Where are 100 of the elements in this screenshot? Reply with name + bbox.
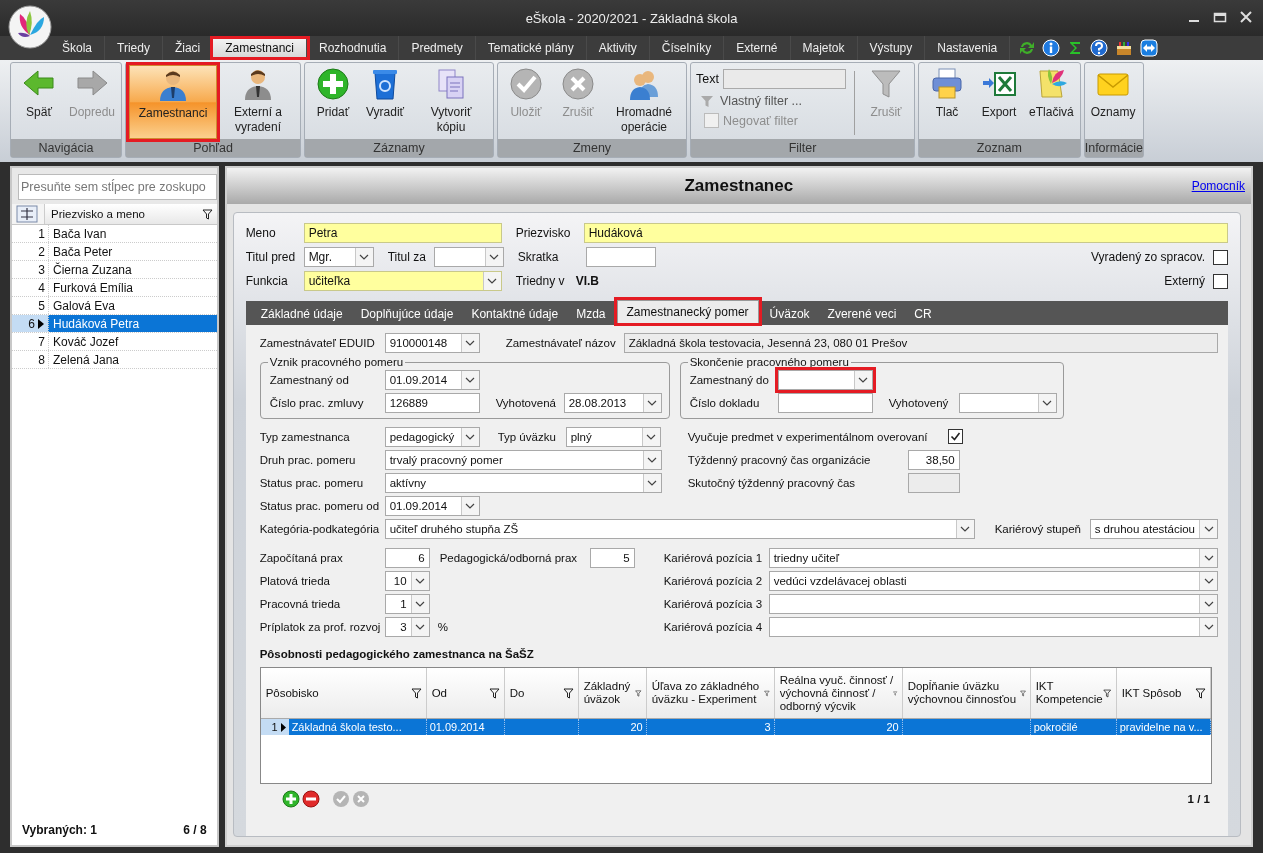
dropdown-button[interactable] xyxy=(460,333,479,352)
dropdown-button[interactable] xyxy=(955,519,974,538)
ribbon-button[interactable]: Späť xyxy=(14,65,64,139)
refresh-icon[interactable] xyxy=(1018,39,1037,57)
tab[interactable]: Úväzok xyxy=(760,303,819,325)
ribbon-button[interactable]: Vytvoriť kópiu xyxy=(412,65,491,139)
dropdown-field[interactable]: 910000148 xyxy=(384,332,480,353)
dropdown-field[interactable]: triedny učiteľ xyxy=(768,547,1218,568)
dropdown-button[interactable] xyxy=(460,370,479,389)
column-header[interactable]: Pôsobisko xyxy=(260,668,427,718)
dropdown-field[interactable]: 10 xyxy=(384,570,430,591)
dropdown-button[interactable] xyxy=(460,496,479,515)
dropdown-field[interactable]: aktívny xyxy=(384,472,662,493)
menu-tab[interactable]: Zamestnanci xyxy=(213,39,307,57)
filter-icon[interactable] xyxy=(562,687,574,699)
list-item[interactable]: Bača Peter xyxy=(48,243,217,260)
column-header[interactable]: Dopĺňanie úväzku výchovnou činnosťou xyxy=(902,668,1031,718)
filter-icon[interactable] xyxy=(1195,687,1206,699)
ribbon-button[interactable]: Pridať xyxy=(308,65,359,139)
dropdown-button[interactable] xyxy=(642,473,661,492)
list-item[interactable]: Galová Eva xyxy=(48,297,217,314)
list-item[interactable]: Čierna Zuzana xyxy=(48,261,217,278)
list-item[interactable]: Kováč Jozef xyxy=(48,333,217,350)
dropdown-field[interactable]: učiteľ druhého stupňa ZŠ xyxy=(384,518,975,539)
input-field[interactable]: 6 xyxy=(384,547,430,568)
input-field[interactable] xyxy=(722,69,847,89)
column-header[interactable]: Základný úväzok xyxy=(578,668,647,718)
list-item[interactable]: Furková Emília xyxy=(48,279,217,296)
dropdown-field[interactable] xyxy=(768,593,1218,614)
checkbox[interactable] xyxy=(1213,273,1228,289)
column-header[interactable]: Od xyxy=(426,668,505,718)
dropdown-field[interactable]: 3 xyxy=(384,616,430,637)
dropdown-button[interactable] xyxy=(1199,571,1217,590)
column-chooser-icon[interactable] xyxy=(16,205,38,223)
remote-support-icon[interactable] xyxy=(1140,39,1159,57)
input-field[interactable]: Hudáková xyxy=(583,223,1228,243)
column-header[interactable]: Priezvisko a meno xyxy=(44,204,217,224)
dropdown-field[interactable]: vedúci vzdelávacej oblasti xyxy=(768,570,1218,591)
input-field[interactable]: 126889 xyxy=(384,392,480,413)
dropdown-button[interactable] xyxy=(1199,594,1217,613)
tab[interactable]: Doplňujúce údaje xyxy=(351,303,463,325)
dropdown-field[interactable]: učiteľka xyxy=(303,271,502,291)
help-link[interactable]: Pomocník xyxy=(1191,179,1245,193)
filter-icon[interactable] xyxy=(488,687,500,699)
info-icon[interactable] xyxy=(1042,39,1061,57)
dropdown-button[interactable] xyxy=(460,427,479,446)
input-field[interactable]: Petra xyxy=(303,223,502,243)
dropdown-button[interactable] xyxy=(1037,393,1056,412)
dropdown-button[interactable] xyxy=(410,571,429,590)
dropdown-button[interactable] xyxy=(1199,617,1217,636)
tab[interactable]: CR xyxy=(905,303,941,325)
checkbox[interactable] xyxy=(1213,249,1228,265)
tab[interactable]: Kontaktné údaje xyxy=(462,303,568,325)
dropdown-field[interactable]: Mgr. xyxy=(303,247,374,267)
ribbon-button[interactable]: Zamestnanci xyxy=(129,65,218,139)
tab[interactable]: Základné údaje xyxy=(251,303,352,325)
dropdown-field[interactable]: s druhou atestáciou xyxy=(1089,518,1218,539)
ribbon-button[interactable]: Export xyxy=(974,65,1025,139)
dropdown-button[interactable] xyxy=(354,248,373,266)
help-icon[interactable] xyxy=(1090,39,1109,57)
column-header[interactable]: Úľava zo základného úväzku - Experiment xyxy=(646,668,775,718)
dropdown-button[interactable] xyxy=(642,393,661,412)
ribbon-button[interactable]: eTlačivá xyxy=(1026,65,1077,139)
input-field[interactable] xyxy=(777,392,873,413)
dropdown-button[interactable] xyxy=(410,617,429,636)
group-by-area[interactable]: Presuňte sem stĺpec pre zoskupo xyxy=(18,174,217,200)
ribbon-button[interactable]: Tlač xyxy=(922,65,973,139)
dropdown-field[interactable] xyxy=(958,392,1057,413)
dropdown-button[interactable] xyxy=(410,594,429,613)
column-header[interactable]: Reálna vyuč. činnosť / výchovná činnosť / odborný výcvik xyxy=(774,668,903,718)
dropdown-field[interactable]: 01.09.2014 xyxy=(384,369,480,390)
dropdown-field[interactable] xyxy=(433,247,504,267)
maximize-icon[interactable] xyxy=(1213,10,1227,24)
dropdown-field[interactable]: 28.08.2013 xyxy=(563,392,662,413)
add-icon[interactable] xyxy=(281,790,300,808)
column-header[interactable]: IKT Spôsob xyxy=(1116,668,1211,718)
dropdown-button[interactable] xyxy=(482,272,501,290)
ribbon-button[interactable]: Vyradiť xyxy=(360,65,411,139)
tab[interactable]: Zamestnanecký pomer xyxy=(616,300,759,323)
dropdown-button[interactable] xyxy=(1199,519,1217,538)
filter-icon[interactable] xyxy=(1103,687,1112,699)
dropdown-field[interactable]: 1 xyxy=(384,593,430,614)
ribbon-button[interactable]: Oznamy xyxy=(1087,65,1139,139)
tab[interactable]: Mzda xyxy=(567,303,615,325)
list-item[interactable]: Bača Ivan xyxy=(48,225,217,242)
close-icon[interactable] xyxy=(1239,10,1253,24)
tab[interactable]: Zverené veci xyxy=(818,303,906,325)
remove-icon[interactable] xyxy=(301,790,320,808)
dropdown-field[interactable]: pedagogický xyxy=(384,426,480,447)
filter-icon[interactable] xyxy=(201,208,213,220)
dropdown-field[interactable]: trvalý pracovný pomer xyxy=(384,449,662,470)
list-item[interactable]: Hudáková Petra xyxy=(48,315,217,332)
input-field[interactable] xyxy=(585,247,656,267)
dropdown-button[interactable] xyxy=(642,450,661,469)
dropdown-field[interactable]: plný xyxy=(565,426,661,447)
table-row[interactable]: 1 Základná škola testo... 01.09.2014 20 3 20 pokročilé pravidelne na v... xyxy=(260,719,1211,735)
filter-icon[interactable] xyxy=(410,687,422,699)
ribbon-button[interactable]: Externí a vyradení xyxy=(219,65,298,139)
column-header[interactable]: IKT Kompetencie xyxy=(1030,668,1117,718)
dropdown-field[interactable]: 01.09.2014 xyxy=(384,495,480,516)
